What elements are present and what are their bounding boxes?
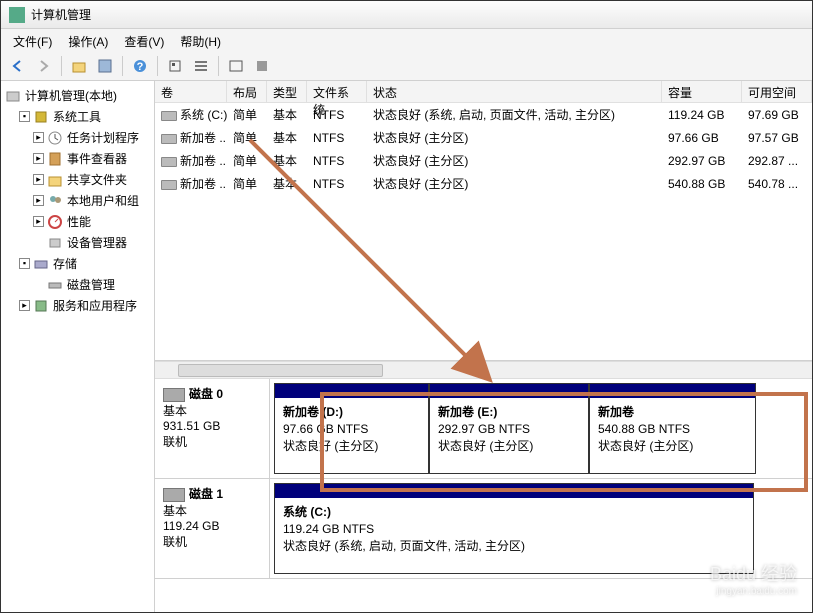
separator — [218, 56, 219, 76]
partition-header — [590, 384, 755, 398]
separator — [61, 56, 62, 76]
expand-icon[interactable]: ▸ — [33, 132, 44, 143]
tool-bar: ? — [1, 51, 812, 81]
disk-icon — [163, 488, 185, 502]
expand-icon[interactable]: ▸ — [19, 300, 30, 311]
forward-button[interactable] — [33, 55, 55, 77]
disk-partitions: 新加卷 (D:)97.66 GB NTFS状态良好 (主分区)新加卷 (E:)2… — [270, 379, 812, 478]
disk-row: 磁盘 1基本119.24 GB联机系统 (C:)119.24 GB NTFS状态… — [155, 479, 812, 579]
collapse-icon[interactable]: ▪ — [19, 111, 30, 122]
properties-button[interactable] — [94, 55, 116, 77]
tree-label: 磁盘管理 — [67, 276, 115, 293]
disk-partitions: 系统 (C:)119.24 GB NTFS状态良好 (系统, 启动, 页面文件,… — [270, 479, 812, 578]
expand-icon[interactable]: ▸ — [33, 153, 44, 164]
refresh-button[interactable] — [164, 55, 186, 77]
tree-devmgr[interactable]: 设备管理器 — [29, 232, 154, 253]
separator — [122, 56, 123, 76]
expand-icon[interactable]: ▸ — [33, 195, 44, 206]
partition[interactable]: 系统 (C:)119.24 GB NTFS状态良好 (系统, 启动, 页面文件,… — [274, 483, 754, 574]
tree-label: 任务计划程序 — [67, 129, 139, 146]
disk-info[interactable]: 磁盘 0基本931.51 GB联机 — [155, 379, 270, 478]
tree-services[interactable]: ▸ 服务和应用程序 — [15, 295, 154, 316]
col-filesystem[interactable]: 文件系统 — [307, 81, 367, 102]
col-volume[interactable]: 卷 — [155, 81, 227, 102]
up-button[interactable] — [68, 55, 90, 77]
partition-body: 系统 (C:)119.24 GB NTFS状态良好 (系统, 启动, 页面文件,… — [275, 498, 753, 573]
disk-row: 磁盘 0基本931.51 GB联机新加卷 (D:)97.66 GB NTFS状态… — [155, 379, 812, 479]
collapse-icon[interactable]: ▪ — [19, 258, 30, 269]
volume-list-header: 卷 布局 类型 文件系统 状态 容量 可用空间 — [155, 81, 812, 103]
back-button[interactable] — [7, 55, 29, 77]
volume-icon — [161, 157, 177, 167]
partition[interactable]: 新加卷 (D:)97.66 GB NTFS状态良好 (主分区) — [274, 383, 429, 474]
col-capacity[interactable]: 容量 — [662, 81, 742, 102]
partition-header — [275, 384, 428, 398]
tree-users[interactable]: ▸ 本地用户和组 — [29, 190, 154, 211]
help-button[interactable]: ? — [129, 55, 151, 77]
partition-body: 新加卷 (E:)292.97 GB NTFS状态良好 (主分区) — [430, 398, 588, 473]
tree-diskmgmt[interactable]: 磁盘管理 — [29, 274, 154, 295]
tree-storage[interactable]: ▪ 存储 — [15, 253, 154, 274]
volume-row[interactable]: 系统 (C:)简单基本NTFS状态良好 (系统, 启动, 页面文件, 活动, 主… — [155, 103, 812, 126]
volume-icon — [161, 134, 177, 144]
svg-text:?: ? — [137, 61, 144, 73]
volume-row[interactable]: 新加卷 ...简单基本NTFS状态良好 (主分区)540.88 GB540.78… — [155, 172, 812, 195]
horizontal-scrollbar[interactable] — [155, 361, 812, 379]
navigation-tree[interactable]: 计算机管理(本地) ▪ 系统工具 ▸ 任务计划程序 ▸ 事件查看器 ▸ 共享文件夹 ▸ 本… — [1, 81, 155, 612]
tree-perf[interactable]: ▸ 性能 — [29, 211, 154, 232]
action-button[interactable] — [251, 55, 273, 77]
menu-view[interactable]: 查看(V) — [118, 31, 170, 49]
menu-action[interactable]: 操作(A) — [62, 31, 114, 49]
volume-list[interactable]: 卷 布局 类型 文件系统 状态 容量 可用空间 系统 (C:)简单基本NTFS状… — [155, 81, 812, 361]
volume-row[interactable]: 新加卷 ...简单基本NTFS状态良好 (主分区)97.66 GB97.57 G… — [155, 126, 812, 149]
app-icon — [9, 7, 25, 23]
col-type[interactable]: 类型 — [267, 81, 307, 102]
col-layout[interactable]: 布局 — [227, 81, 267, 102]
settings-button[interactable] — [225, 55, 247, 77]
tree-label: 服务和应用程序 — [53, 297, 137, 314]
expand-icon[interactable]: ▸ — [33, 216, 44, 227]
partition-body: 新加卷 (D:)97.66 GB NTFS状态良好 (主分区) — [275, 398, 428, 473]
title-bar: 计算机管理 — [1, 1, 812, 29]
main-content: 计算机管理(本地) ▪ 系统工具 ▸ 任务计划程序 ▸ 事件查看器 ▸ 共享文件夹 ▸ 本… — [1, 81, 812, 612]
menu-file[interactable]: 文件(F) — [7, 31, 58, 49]
tree-label: 计算机管理(本地) — [25, 87, 117, 104]
tree-label: 存储 — [53, 255, 77, 272]
scrollbar-thumb[interactable] — [178, 364, 383, 377]
disk-graphical-view[interactable]: 磁盘 0基本931.51 GB联机新加卷 (D:)97.66 GB NTFS状态… — [155, 379, 812, 612]
tree-label: 共享文件夹 — [67, 171, 127, 188]
partition-header — [430, 384, 588, 398]
tree-scheduler[interactable]: ▸ 任务计划程序 — [29, 127, 154, 148]
tree-shared[interactable]: ▸ 共享文件夹 — [29, 169, 154, 190]
list-button[interactable] — [190, 55, 212, 77]
partition[interactable]: 新加卷 (E:)292.97 GB NTFS状态良好 (主分区) — [429, 383, 589, 474]
disk-icon — [163, 388, 185, 402]
tree-label: 性能 — [67, 213, 91, 230]
tree-label: 系统工具 — [53, 108, 101, 125]
menu-help[interactable]: 帮助(H) — [174, 31, 227, 49]
menu-bar: 文件(F) 操作(A) 查看(V) 帮助(H) — [1, 29, 812, 51]
volume-row[interactable]: 新加卷 ...简单基本NTFS状态良好 (主分区)292.97 GB292.87… — [155, 149, 812, 172]
volume-icon — [161, 180, 177, 190]
col-status[interactable]: 状态 — [367, 81, 662, 102]
col-free[interactable]: 可用空间 — [742, 81, 812, 102]
tree-systools[interactable]: ▪ 系统工具 — [15, 106, 154, 127]
partition-body: 新加卷540.88 GB NTFS状态良好 (主分区) — [590, 398, 755, 473]
main-window: 计算机管理 文件(F) 操作(A) 查看(V) 帮助(H) ? 计算机管理(本地… — [0, 0, 813, 613]
tree-label: 本地用户和组 — [67, 192, 139, 209]
tree-label: 设备管理器 — [67, 234, 127, 251]
volume-icon — [161, 111, 177, 121]
partition-header — [275, 484, 753, 498]
separator — [157, 56, 158, 76]
disk-info[interactable]: 磁盘 1基本119.24 GB联机 — [155, 479, 270, 578]
tree-eventviewer[interactable]: ▸ 事件查看器 — [29, 148, 154, 169]
content-pane: 卷 布局 类型 文件系统 状态 容量 可用空间 系统 (C:)简单基本NTFS状… — [155, 81, 812, 612]
window-title: 计算机管理 — [31, 6, 91, 23]
tree-label: 事件查看器 — [67, 150, 127, 167]
partition[interactable]: 新加卷540.88 GB NTFS状态良好 (主分区) — [589, 383, 756, 474]
tree-root[interactable]: 计算机管理(本地) — [1, 85, 154, 106]
expand-icon[interactable]: ▸ — [33, 174, 44, 185]
